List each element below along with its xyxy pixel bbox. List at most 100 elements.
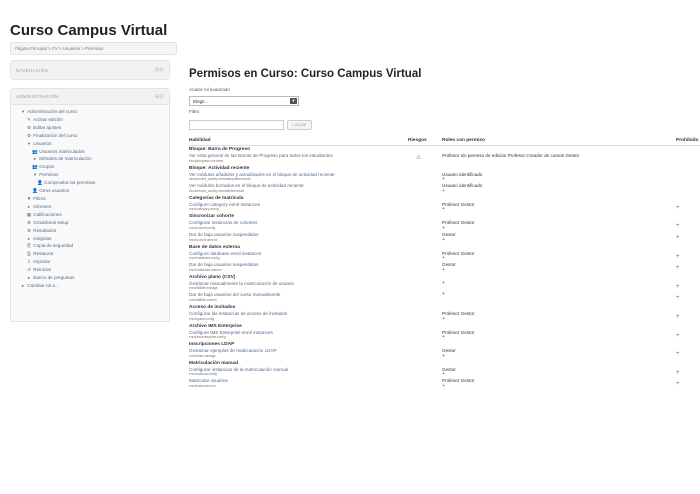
capability-group-heading: Archivo IMS Enterprise [189,323,242,329]
admin-menu-item-label: Grupos [39,164,55,170]
administration-block-title: ADMINISTRACIÓN [16,94,59,99]
admin-menu-item[interactable]: ▼ Filtros [17,195,165,203]
admin-menu-item[interactable]: 👥 Grupos [17,163,165,171]
menu-item-icon: ▼ [26,195,32,201]
add-role-icon[interactable]: + [442,372,456,377]
roles-cell: Gestor + [442,348,456,358]
roles-cell: + [442,292,445,297]
roles-with-permission[interactable]: Usuario identificado [442,172,482,177]
add-prohibit-icon[interactable]: + [676,265,680,271]
admin-menu-item[interactable]: ▸ Insignias [17,235,165,243]
admin-menu-item[interactable]: ▾ Administración del curso [17,108,165,116]
roles-with-permission[interactable]: Profesor Gestor [442,220,474,225]
capability-group-heading: Acceso de invitados [189,304,236,310]
roles-with-permission[interactable]: Profesor Gestor [442,330,474,335]
add-prohibit-icon[interactable]: + [676,284,680,290]
add-prohibit-icon[interactable]: + [676,235,680,241]
block-controls-icon[interactable]: ⊟⊡ [155,67,164,73]
table-row: Ver módulos añadidos y actualizados en e… [189,172,700,184]
roles-with-permission[interactable]: Profesor Gestor [442,311,474,316]
add-prohibit-icon[interactable]: + [676,254,680,260]
add-role-icon[interactable]: + [442,225,474,230]
add-prohibit-icon[interactable]: + [676,370,680,376]
admin-menu-item-label: Comprueba los permisos [44,180,96,186]
admin-menu-item[interactable]: 👥 Usuarios matriculados [17,148,165,156]
menu-item-icon: ▾ [27,140,31,146]
admin-menu-item-label: Métodos de matriculación [39,156,92,162]
admin-menu-item-label: Finalización del curso [33,132,78,138]
capability-code: enrol/flatfile:manage [189,286,218,291]
admin-menu-item[interactable]: 👤 Comprueba los permisos [17,179,165,187]
admin-menu-item-label: Editar ajustes [33,124,62,130]
add-role-icon[interactable]: + [442,280,445,285]
roles-with-permission[interactable]: Profesor Gestor [442,202,474,207]
admin-menu-item[interactable]: ⎘ Copia de seguridad [17,242,165,250]
chevron-down-icon: ▼ [290,98,297,104]
menu-item-icon: ▸ [27,235,31,241]
menu-item-icon: ↺ [27,267,31,273]
admin-menu-item[interactable]: ⇩ Importar [17,258,165,266]
roles-with-permission[interactable]: Usuario identificado [442,183,482,188]
table-row: Ver módulos borrados en el bloque de act… [189,183,700,195]
capability-code: block/progress:overview [189,158,224,163]
roles-cell: Profesor sin permiso de edición Profesor… [442,153,579,159]
add-role-icon[interactable]: + [442,383,474,388]
filter-input[interactable] [189,120,284,130]
admin-menu-item[interactable]: ⚙ Gradebook setup [17,219,165,227]
admin-menu-item[interactable]: ⚙ Finalización del curso [17,132,165,140]
admin-menu-item[interactable]: ⚙ Resultados [17,227,165,235]
add-role-icon[interactable]: + [442,256,474,261]
table-row: Dar de baja usuarios suspendidos enrol/co… [189,232,700,244]
add-role-icon[interactable]: + [442,353,456,358]
roles-with-permission[interactable]: Profesor Gestor [442,251,474,256]
clear-filter-button[interactable]: Limpiar [287,120,312,130]
add-role-icon[interactable]: + [442,237,456,242]
admin-menu-item[interactable]: ▸ Banco de preguntas [17,274,165,282]
menu-item-icon: ⚙ [26,132,32,138]
capability-code: enrol/flatfile:unenrol [189,297,217,302]
admin-menu-item[interactable]: 👤 Otros usuarios [17,187,165,195]
admin-menu-item-label: Restaurar [33,251,54,257]
add-role-icon[interactable]: + [442,267,456,272]
role-override-select[interactable]: Elegir... ▼ [189,96,299,106]
breadcrumb[interactable]: Página Principal > CV > Usuarios > Permi… [10,42,177,55]
roles-cell: Profesor Gestor + [442,378,474,388]
add-prohibit-icon[interactable]: + [676,223,680,229]
menu-item-icon: ⚙ [26,219,32,225]
admin-menu-item[interactable]: ⚙ Editar ajustes [17,124,165,132]
block-controls-icon[interactable]: ⊟⊡ [155,94,164,100]
add-prohibit-icon[interactable]: + [676,333,680,339]
admin-menu-item[interactable]: ↺ Reiniciar [17,266,165,274]
add-role-icon[interactable]: + [442,335,474,340]
risk-warning-icon[interactable]: ⚠ [416,154,421,161]
column-header-capability: Habilidad [189,138,211,143]
add-prohibit-icon[interactable]: + [676,351,680,357]
roles-with-permission[interactable]: Profesor sin permiso de edición Profesor… [442,153,579,158]
admin-menu-item[interactable]: ▸ Cambiar rol a... [17,282,165,290]
table-row: Dar de baja usuarios suspendidos enrol/da… [189,262,700,274]
add-role-icon[interactable]: + [442,316,474,321]
role-override-select-value: Elegir... [193,99,209,104]
table-row: Configurar instancias de cohortes enrol/c… [189,220,700,232]
add-role-icon[interactable]: + [442,292,445,297]
capability-group-heading: Matriculación manual [189,360,239,366]
add-prohibit-icon[interactable]: + [676,314,680,320]
site-title: Curso Campus Virtual [10,22,168,39]
menu-item-icon: 👥 [32,164,38,170]
admin-menu-item[interactable]: ▸ Informes [17,203,165,211]
add-role-icon[interactable]: + [442,177,482,182]
add-prohibit-icon[interactable]: + [676,205,680,211]
admin-menu-item[interactable]: ▦ Calificaciones [17,211,165,219]
add-prohibit-icon[interactable]: + [676,295,680,301]
admin-menu-item[interactable]: ▾ Permisos [17,171,165,179]
admin-menu-item[interactable]: ▾ Usuarios [17,140,165,148]
menu-item-icon: 👥 [32,148,38,154]
add-role-icon[interactable]: + [442,207,474,212]
admin-menu-item[interactable]: ⎙ Restaurar [17,250,165,258]
add-role-icon[interactable]: + [442,188,482,193]
admin-menu-item[interactable]: ▸ Métodos de matriculación [17,155,165,163]
admin-menu-item[interactable]: ✎ Activar edición [17,116,165,124]
roles-with-permission[interactable]: Profesor Gestor [442,378,474,383]
table-row: Configure database enrol instances enrol/… [189,251,700,263]
add-prohibit-icon[interactable]: + [676,381,680,387]
